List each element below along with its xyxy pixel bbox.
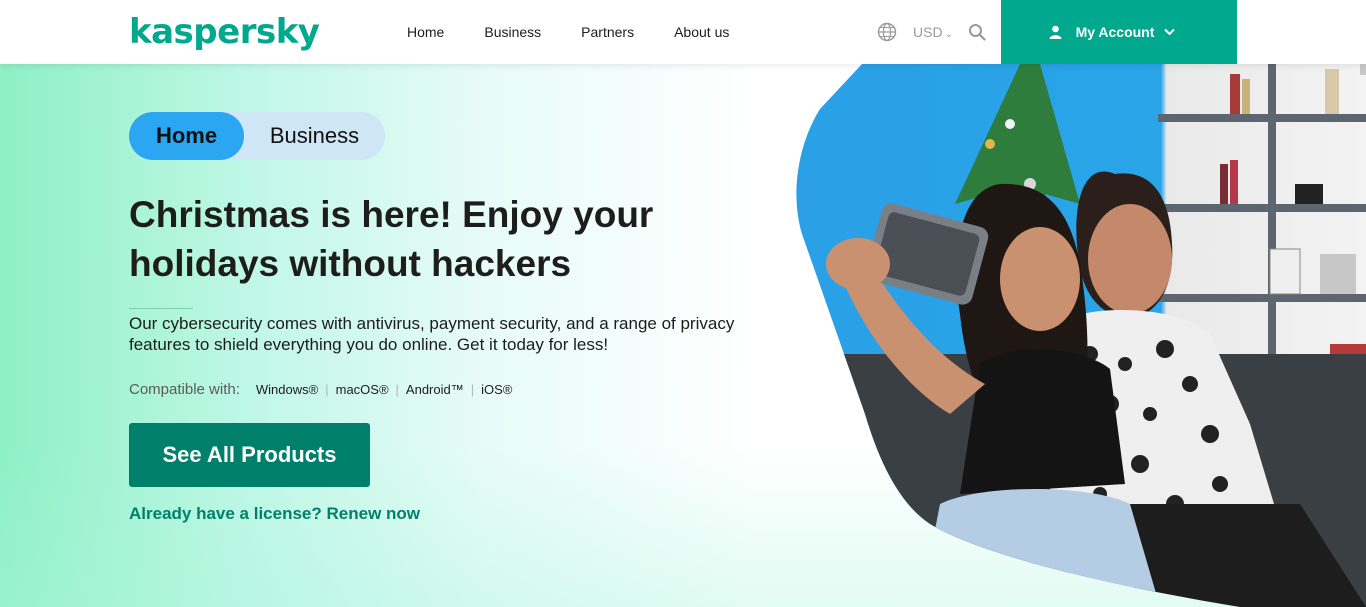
site-header: kaspersky Home Business Partners About u…	[0, 0, 1366, 64]
audience-toggle: Home Business	[129, 112, 385, 160]
platform-macos: macOS®	[335, 382, 389, 397]
nav-partners[interactable]: Partners	[581, 24, 634, 40]
nav-about-us[interactable]: About us	[674, 24, 729, 40]
renew-license-link[interactable]: Already have a license? Renew now	[129, 504, 420, 524]
compatibility-row: Compatible with: Windows® | macOS® | And…	[129, 381, 512, 398]
separator: |	[470, 382, 475, 397]
user-icon	[1049, 25, 1062, 39]
search-icon[interactable]	[968, 23, 986, 41]
kaspersky-logo[interactable]: kaspersky	[129, 12, 320, 52]
platform-ios: iOS®	[481, 382, 513, 397]
currency-selector[interactable]: USD ⌄	[913, 24, 953, 40]
chevron-down-icon: ⌄	[944, 29, 953, 40]
compatible-label: Compatible with:	[129, 381, 240, 398]
platform-windows: Windows®	[255, 382, 319, 397]
separator: |	[395, 382, 399, 397]
headline-line-1: Christmas is here! Enjoy your	[129, 194, 654, 235]
hero-headline: Christmas is here! Enjoy your holidays w…	[129, 190, 749, 288]
divider	[129, 308, 193, 309]
hero-description: Our cybersecurity comes with antivirus, …	[129, 314, 735, 354]
hero-family-selfie-image	[796, 64, 1366, 607]
my-account-label: My Account	[1075, 24, 1155, 40]
nav-home[interactable]: Home	[407, 24, 444, 40]
toggle-home[interactable]: Home	[129, 112, 244, 160]
my-account-button[interactable]: My Account	[1001, 0, 1237, 64]
separator: |	[325, 382, 329, 397]
currency-label: USD	[913, 24, 943, 40]
headline-line-2: holidays without hackers	[129, 243, 572, 284]
chevron-down-icon	[1164, 28, 1176, 36]
nav-business[interactable]: Business	[484, 24, 541, 40]
toggle-business[interactable]: Business	[244, 112, 385, 160]
main-nav: Home Business Partners About us	[407, 0, 769, 64]
globe-icon[interactable]	[877, 22, 897, 42]
platform-android: Android™	[405, 382, 464, 397]
see-all-products-button[interactable]: See All Products	[129, 423, 370, 487]
